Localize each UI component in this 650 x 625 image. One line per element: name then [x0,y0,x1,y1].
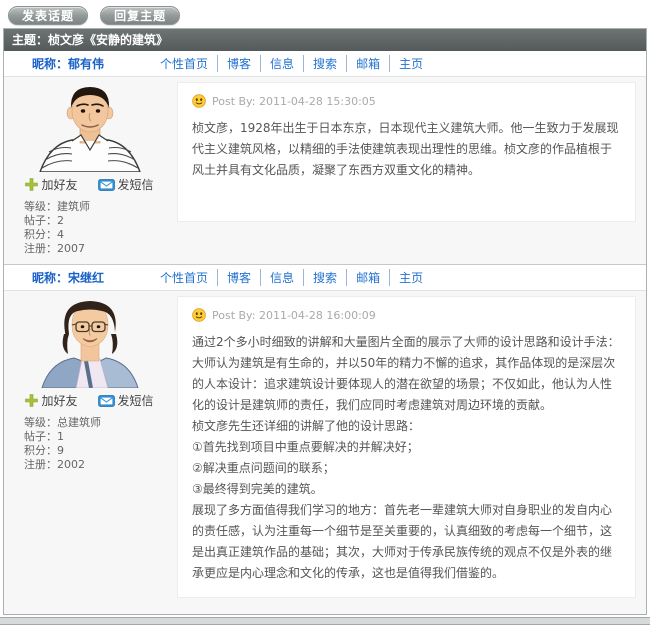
post-1-nav: 个性首页 博客 信息 搜索 邮箱 主页 [151,55,432,72]
stat-registered: 注册：2002 [24,458,175,472]
toolbar: 发表话题 回复主题 [0,0,650,28]
plus-icon [25,394,38,407]
stat-level: 等级：建筑师 [24,200,175,214]
post-2-paragraph: ①首先找到项目中重点要解决的并解决好； [192,437,621,458]
post-topic-button[interactable]: 发表话题 [8,6,88,25]
avatar-female-illustration[interactable] [34,298,146,388]
nav-link-profile[interactable]: 个性首页 [151,55,218,72]
post-1-actions: 加好友 发短信 [4,176,175,193]
post-1: 昵称：郁有伟 个性首页 博客 信息 搜索 邮箱 主页 [4,51,646,264]
post-1-content: Post By: 2011-04-28 15:30:05 桢文彦，1928年出生… [177,82,636,222]
post-2-paragraph: 展现了多方面值得我们学习的地方：首先老一辈建筑大师对自身职业的发自内心的责任感，… [192,500,621,584]
nav-link-search[interactable]: 搜索 [304,269,347,286]
post-2-content: Post By: 2011-04-28 16:00:09 通过2个多小时细致的讲… [177,296,636,598]
send-message-button[interactable]: 发短信 [98,392,154,409]
nav-link-blog[interactable]: 博客 [218,55,261,72]
nav-link-info[interactable]: 信息 [261,55,304,72]
nav-link-homepage[interactable]: 主页 [390,55,432,72]
post-1-nickname: 昵称：郁有伟 [4,55,151,72]
add-friend-label: 加好友 [41,392,77,409]
nav-link-mail[interactable]: 邮箱 [347,269,390,286]
post-2-stats: 等级：总建筑师 帖子：1 积分：9 注册：2002 [4,409,175,480]
post-2-nav: 个性首页 博客 信息 搜索 邮箱 主页 [151,269,432,286]
post-2-header: 昵称：宋继红 个性首页 博客 信息 搜索 邮箱 主页 [4,265,646,291]
post-2-paragraph: 桢文彦先生还详细的讲解了他的设计思路： [192,416,621,437]
nav-link-homepage[interactable]: 主页 [390,269,432,286]
stat-points: 积分：9 [24,444,175,458]
envelope-icon [98,179,115,191]
reply-topic-button[interactable]: 回复主题 [100,6,180,25]
post-1-sidebar: 加好友 发短信 等级：建筑师 帖子：2 积分：4 注册：2007 [4,77,175,264]
stat-threads: 帖子：1 [24,430,175,444]
thread-container: 主题：桢文彦《安静的建筑》 昵称：郁有伟 个性首页 博客 信息 搜索 邮箱 主页 [3,28,647,615]
post-2-content-wrap: Post By: 2011-04-28 16:00:09 通过2个多小时细致的讲… [175,291,646,614]
add-friend-label: 加好友 [41,176,77,193]
post-1-content-wrap: Post By: 2011-04-28 15:30:05 桢文彦，1928年出生… [175,77,646,264]
nav-link-blog[interactable]: 博客 [218,269,261,286]
footer-bar [0,617,650,625]
stat-points: 积分：4 [24,228,175,242]
post-2-paragraph: 通过2个多小时细致的讲解和大量图片全面的展示了大师的设计思路和设计手法：大师认为… [192,332,621,416]
post-1-meta: Post By: 2011-04-28 15:30:05 [192,93,621,109]
post-2-nickname: 昵称：宋继红 [4,269,151,286]
nav-link-search[interactable]: 搜索 [304,55,347,72]
post-2: 昵称：宋继红 个性首页 博客 信息 搜索 邮箱 主页 [4,264,646,614]
smiley-icon [192,308,206,322]
topic-title: 主题：桢文彦《安静的建筑》 [12,33,168,47]
plus-icon [25,178,38,191]
post-2-meta: Post By: 2011-04-28 16:00:09 [192,307,621,323]
nav-link-mail[interactable]: 邮箱 [347,55,390,72]
topic-title-bar: 主题：桢文彦《安静的建筑》 [4,29,646,51]
avatar-male-illustration[interactable] [34,84,146,172]
stat-threads: 帖子：2 [24,214,175,228]
post-1-body: 加好友 发短信 等级：建筑师 帖子：2 积分：4 注册：2007 [4,77,646,264]
post-2-actions: 加好友 发短信 [4,392,175,409]
send-message-button[interactable]: 发短信 [98,176,154,193]
send-message-label: 发短信 [118,392,154,409]
post-2-sidebar: 加好友 发短信 等级：总建筑师 帖子：1 积分：9 注册：2002 [4,291,175,614]
post-2-date: Post By: 2011-04-28 16:00:09 [212,309,376,322]
post-2-paragraph: ③最终得到完美的建筑。 [192,479,621,500]
add-friend-button[interactable]: 加好友 [25,176,77,193]
send-message-label: 发短信 [118,176,154,193]
stat-registered: 注册：2007 [24,242,175,256]
envelope-icon [98,395,115,407]
post-2-paragraph: ②解决重点问题间的联系； [192,458,621,479]
stat-level: 等级：总建筑师 [24,416,175,430]
post-1-header: 昵称：郁有伟 个性首页 博客 信息 搜索 邮箱 主页 [4,51,646,77]
add-friend-button[interactable]: 加好友 [25,392,77,409]
smiley-icon [192,94,206,108]
post-1-date: Post By: 2011-04-28 15:30:05 [212,95,376,108]
post-1-stats: 等级：建筑师 帖子：2 积分：4 注册：2007 [4,193,175,264]
nav-link-profile[interactable]: 个性首页 [151,269,218,286]
nav-link-info[interactable]: 信息 [261,269,304,286]
post-1-paragraph: 桢文彦，1928年出生于日本东京，日本现代主义建筑大师。他一生致力于发展现代主义… [192,118,621,181]
post-2-body: 加好友 发短信 等级：总建筑师 帖子：1 积分：9 注册：2002 [4,291,646,614]
